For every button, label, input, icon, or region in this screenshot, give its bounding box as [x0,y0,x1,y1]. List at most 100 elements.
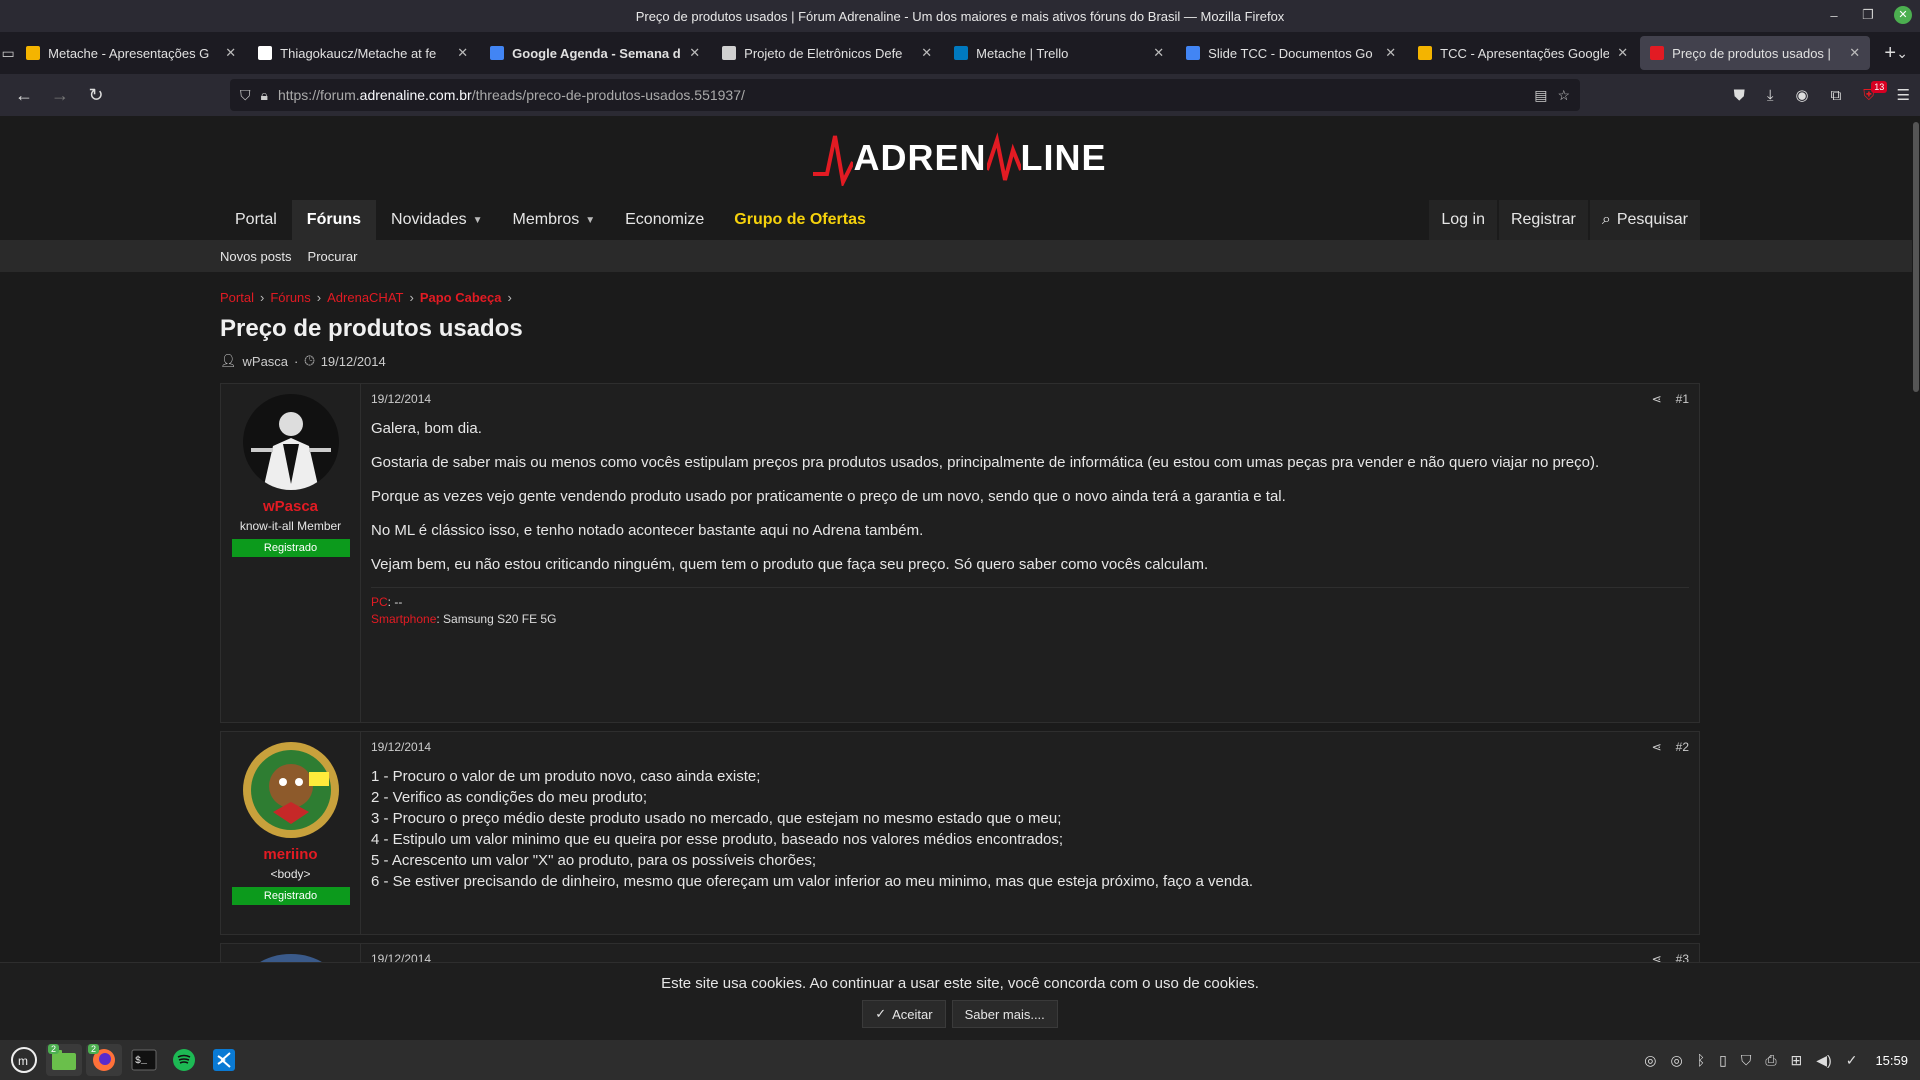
url-bar[interactable]: ⛉ 🔒︎ https://forum.adrenaline.com.br/thr… [230,79,1580,111]
clipboard-icon[interactable]: ▯ [1719,1052,1727,1069]
account-icon[interactable]: ◉ [1795,86,1808,104]
lock-icon[interactable]: 🔒︎ [261,87,268,104]
downloads-icon[interactable]: ⤓ [1767,87,1774,104]
post-paragraph: Gostaria de saber mais ou menos como voc… [371,454,1600,471]
tab-favicon-icon [722,46,737,60]
browser-tab[interactable]: Metache - Apresentações G ✕ [16,36,246,70]
bookmark-star-icon[interactable]: ☆ [1557,87,1570,104]
register-button[interactable]: Registrar [1498,200,1588,240]
back-button[interactable]: ← [6,85,42,106]
signature-key[interactable]: PC [371,595,388,609]
browser-tab[interactable]: TCC - Apresentações Google ✕ [1408,36,1638,70]
chevron-down-icon[interactable]: ▼ [473,215,483,226]
close-tab-icon[interactable]: ✕ [921,45,932,61]
update-icon[interactable]: ✓ [1846,1052,1858,1069]
url-text[interactable]: https://forum.adrenaline.com.br/threads/… [278,87,1524,103]
shield-icon[interactable]: ⛉ [1741,1052,1752,1069]
clock-icon: 🕒︎ [304,353,315,368]
post-line: 5 - Acrescento um valor "X" ao produto, … [371,852,817,869]
nav-item[interactable]: Portal [220,200,292,240]
close-tab-icon[interactable]: ✕ [1153,45,1164,61]
toolbar-right: ⛊ ⤓ ◉ ⧉ ⛨ 13 ☰ [1734,80,1910,104]
new-tab-button[interactable]: + [1884,42,1896,65]
close-tab-icon[interactable]: ✕ [689,45,700,61]
ublock-icon[interactable]: ⛨ 13 [1863,80,1888,104]
spotify-app-icon[interactable] [166,1044,202,1076]
share-icon[interactable]: ⋖ [1652,392,1662,406]
nav-item[interactable]: Novidades ▼ [376,200,498,240]
extensions-icon[interactable]: ⧉ [1831,87,1842,104]
firefox-view-icon[interactable]: ▭ [0,45,16,62]
accept-cookies-button[interactable]: ✓ Aceitar [862,1000,946,1028]
learn-more-button[interactable]: Saber mais.... [951,1000,1058,1028]
close-tab-icon[interactable]: ✕ [1849,45,1860,61]
list-all-tabs-icon[interactable]: ⌄ [1896,45,1908,62]
vscode-app-icon[interactable] [206,1044,242,1076]
terminal-app-icon[interactable]: $_ [126,1044,162,1076]
steam-icon[interactable]: ◎ [1644,1052,1656,1069]
browser-tab[interactable]: Projeto de Eletrônicos Defe ✕ [712,36,942,70]
steam-icon[interactable]: ◎ [1671,1052,1683,1069]
thread-date[interactable]: 19/12/2014 [321,354,386,369]
minimize-icon[interactable]: – [1826,8,1842,23]
reader-view-icon[interactable]: ▤ [1534,87,1547,104]
adrenaline-logo[interactable]: ADREN LINE [813,130,1106,186]
browser-tab[interactable]: Slide TCC - Documentos Go ✕ [1176,36,1406,70]
pocket-icon[interactable]: ⛊ [1734,87,1745,104]
close-tab-icon[interactable]: ✕ [1385,45,1396,61]
subnav-search[interactable]: Procurar [308,249,358,264]
avatar[interactable] [242,742,339,838]
thread-author[interactable]: wPasca [243,354,289,369]
menu-icon[interactable]: ☰ [1897,86,1910,104]
tracking-shield-icon[interactable]: ⛉ [240,87,251,104]
subnav-new-posts[interactable]: Novos posts [220,249,292,264]
bluetooth-icon[interactable]: ᛒ [1697,1052,1705,1068]
search-button[interactable]: ⌕ Pesquisar [1589,200,1700,240]
breadcrumb-adrenachat[interactable]: AdrenaCHAT [327,290,403,305]
username[interactable]: meriino [263,846,317,863]
close-window-icon[interactable]: ✕ [1894,6,1912,24]
avatar[interactable] [242,394,339,490]
breadcrumb-papo-cabeca[interactable]: Papo Cabeça [420,290,502,305]
network-icon[interactable]: ⊞ [1791,1052,1803,1069]
page-scrollbar[interactable] [1912,116,1920,1040]
browser-tab[interactable]: Preço de produtos usados | ✕ [1640,36,1871,70]
linux-mint-menu-icon[interactable]: m [6,1044,42,1076]
post-number[interactable]: #2 [1676,740,1689,754]
close-tab-icon[interactable]: ✕ [225,45,236,61]
breadcrumb-foruns[interactable]: Fóruns [270,290,310,305]
breadcrumb-portal[interactable]: Portal [220,290,254,305]
post-paragraph: Porque as vezes vejo gente vendendo prod… [371,488,1286,505]
clock[interactable]: 15:59 [1875,1053,1908,1068]
post-number[interactable]: #1 [1676,392,1689,406]
close-tab-icon[interactable]: ✕ [1617,45,1628,61]
nav-item[interactable]: Membros ▼ [498,200,611,240]
signature-key[interactable]: Smartphone [371,612,436,626]
nav-item[interactable]: Economize [610,200,719,240]
reload-button[interactable]: ↻ [78,85,114,106]
forward-button[interactable]: → [42,85,78,106]
chevron-down-icon[interactable]: ▼ [585,215,595,226]
maximize-icon[interactable]: ❐ [1860,7,1876,23]
nav-item[interactable]: Grupo de Ofertas [719,200,881,240]
main-navigation: Portal Fóruns Novidades ▼ Membros ▼ Economize G… [220,200,1700,240]
tab-title: TCC - Apresentações Google [1440,45,1610,61]
cookie-message: Este site usa cookies. Ao continuar a us… [661,975,1259,992]
files-app-icon[interactable]: 2 [46,1044,82,1076]
firefox-app-icon[interactable]: 2 [86,1044,122,1076]
signature-value: : -- [387,595,403,609]
post-date[interactable]: 19/12/2014 [371,392,431,406]
browser-tab[interactable]: Metache | Trello ✕ [944,36,1174,70]
browser-tab[interactable]: Google Agenda - Semana d ✕ [480,36,710,70]
nav-item-label: Fóruns [306,211,362,228]
close-tab-icon[interactable]: ✕ [457,45,468,61]
volume-icon[interactable]: ◀︎) [1816,1052,1831,1069]
printer-icon[interactable]: ⎙ [1765,1052,1776,1069]
login-button[interactable]: Log in [1429,200,1497,240]
nav-item[interactable]: Fóruns [291,200,377,240]
share-icon[interactable]: ⋖ [1652,740,1662,754]
window-titlebar: Preço de produtos usados | Fórum Adrenal… [0,0,1920,32]
username[interactable]: wPasca [263,498,318,515]
browser-tab[interactable]: Thiagokaucz/Metache at fe ✕ [248,36,478,70]
post-date[interactable]: 19/12/2014 [371,740,431,754]
